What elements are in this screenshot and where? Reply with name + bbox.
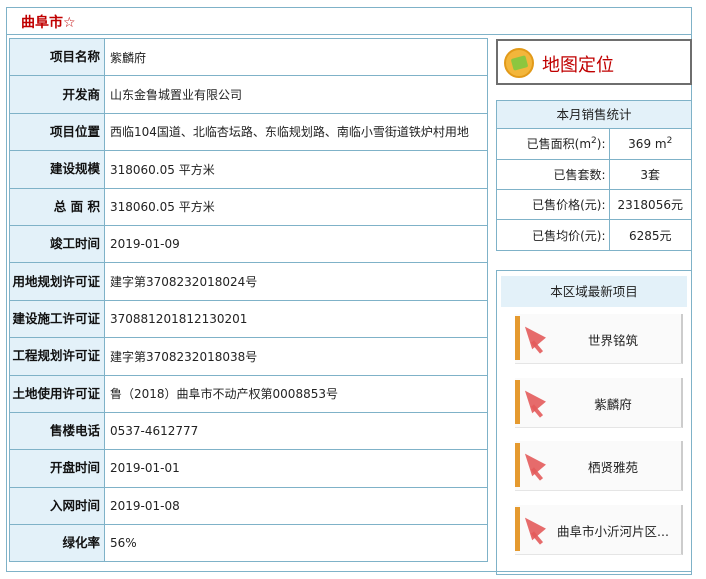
card-bar	[515, 443, 520, 487]
card-bar	[515, 380, 520, 424]
info-label: 土地使用许可证	[9, 374, 105, 413]
stats-key-text: 已售面积(m	[526, 137, 592, 152]
info-label: 建设规模	[9, 150, 105, 189]
info-label: 售楼电话	[9, 411, 105, 451]
stats-value-text: 369 m	[628, 137, 667, 152]
stats-key-end: ):	[596, 137, 606, 152]
stats-key: 已售面积(m2):	[497, 129, 610, 160]
stats-row: 已售价格(元): 2318056元	[497, 189, 691, 220]
stats-key: 已售价格(元):	[497, 189, 610, 220]
city-title: 曲阜市☆	[21, 15, 76, 31]
monthly-sales-title: 本月销售统计	[497, 101, 691, 129]
project-detail-panel: 曲阜市☆ 项目名称 紫麟府 开发商 山东金鲁城置业有限公司 项目位置 西临104国道、北临…	[6, 7, 692, 575]
title-bar: 曲阜市☆	[7, 8, 691, 35]
info-row: 绿化率 56%	[9, 524, 488, 563]
info-row: 售楼电话 0537-4612777	[9, 411, 488, 451]
info-row: 土地使用许可证 鲁（2018）曲阜市不动产权第0008853号	[9, 374, 488, 413]
info-value: 0537-4612777	[104, 411, 488, 451]
info-value: 建字第3708232018038号	[104, 337, 488, 376]
map-location-label: 地图定位	[542, 55, 614, 76]
stats-key-text: 已售均价(元):	[532, 228, 606, 243]
stats-value: 2318056元	[609, 189, 691, 220]
stats-value: 369 m2	[609, 129, 691, 159]
card-bar	[515, 507, 520, 551]
stats-key-text: 已售价格(元):	[532, 198, 606, 213]
stats-value-text: 6285元	[628, 228, 672, 243]
info-label: 竣工时间	[9, 224, 105, 264]
info-row: 项目位置 西临104国道、北临杏坛路、东临规划路、南临小雪街道铁炉村用地	[9, 112, 488, 152]
info-value: 紫麟府	[104, 37, 488, 77]
info-label: 建设施工许可证	[9, 299, 105, 339]
info-label: 开盘时间	[9, 449, 105, 488]
latest-project-name[interactable]: 栖贤雅苑	[543, 457, 683, 476]
info-label: 项目位置	[9, 112, 105, 152]
info-label: 入网时间	[9, 486, 105, 526]
info-label: 项目名称	[9, 37, 105, 77]
latest-project-card[interactable]: 栖贤雅苑	[515, 441, 683, 491]
latest-project-name[interactable]: 曲阜市小沂河片区...	[543, 521, 683, 540]
info-label: 开发商	[9, 75, 105, 114]
info-row: 项目名称 紫麟府	[9, 37, 488, 77]
info-label: 用地规划许可证	[9, 262, 105, 301]
info-value: 56%	[104, 524, 488, 563]
stats-value-text: 3套	[640, 167, 661, 182]
stats-value: 6285元	[609, 219, 691, 251]
info-value: 建字第3708232018024号	[104, 262, 488, 301]
stats-key-text: 已售套数:	[553, 167, 606, 182]
info-row: 开发商 山东金鲁城置业有限公司	[9, 75, 488, 114]
stats-value-sup: 2	[666, 136, 673, 147]
stats-value: 3套	[609, 158, 691, 190]
map-location-button[interactable]: 地图定位	[496, 39, 692, 85]
stats-key: 已售套数:	[497, 158, 610, 190]
info-value: 2019-01-09	[104, 224, 488, 264]
stats-row: 已售均价(元): 6285元	[497, 219, 691, 251]
stats-key: 已售均价(元):	[497, 219, 610, 251]
info-row: 工程规划许可证 建字第3708232018038号	[9, 337, 488, 376]
latest-project-card[interactable]: 紫麟府	[515, 378, 683, 428]
latest-projects-title: 本区域最新项目	[501, 276, 687, 307]
info-value: 2019-01-01	[104, 449, 488, 488]
latest-projects-panel: 本区域最新项目 世界铭筑紫麟府栖贤雅苑曲阜市小沂河片区...	[496, 270, 692, 575]
info-row: 总 面 积 318060.05 平方米	[9, 187, 488, 226]
info-row: 竣工时间 2019-01-09	[9, 224, 488, 264]
stats-row: 已售套数: 3套	[497, 158, 691, 190]
info-row: 建设规模 318060.05 平方米	[9, 150, 488, 189]
info-value: 山东金鲁城置业有限公司	[104, 75, 488, 114]
latest-project-name[interactable]: 紫麟府	[543, 394, 683, 413]
card-bar	[515, 316, 520, 360]
map-location-icon	[504, 48, 534, 78]
latest-project-name[interactable]: 世界铭筑	[543, 330, 683, 349]
stats-value-text: 2318056元	[617, 198, 683, 213]
info-label: 绿化率	[9, 524, 105, 563]
monthly-sales-stats: 本月销售统计 已售面积(m2): 369 m2 已售套数: 3套 已售价格(元): 231…	[496, 100, 692, 252]
info-label: 工程规划许可证	[9, 337, 105, 376]
latest-project-card[interactable]: 世界铭筑	[515, 314, 683, 364]
info-row: 入网时间 2019-01-08	[9, 486, 488, 526]
info-row: 开盘时间 2019-01-01	[9, 449, 488, 488]
info-value: 鲁（2018）曲阜市不动产权第0008853号	[104, 374, 488, 413]
info-label: 总 面 积	[9, 187, 105, 226]
info-value: 318060.05 平方米	[104, 187, 488, 226]
project-info-table: 项目名称 紫麟府 开发商 山东金鲁城置业有限公司 项目位置 西临104国道、北临杏坛路、东…	[9, 37, 488, 563]
stats-row: 已售面积(m2): 369 m2	[497, 129, 691, 160]
info-value: 西临104国道、北临杏坛路、东临规划路、南临小雪街道铁炉村用地	[104, 112, 488, 152]
info-row: 用地规划许可证 建字第3708232018024号	[9, 262, 488, 301]
latest-project-card[interactable]: 曲阜市小沂河片区...	[515, 505, 683, 555]
info-value: 2019-01-08	[104, 486, 488, 526]
info-value: 318060.05 平方米	[104, 150, 488, 189]
info-value: 370881201812130201	[104, 299, 488, 339]
info-row: 建设施工许可证 370881201812130201	[9, 299, 488, 339]
